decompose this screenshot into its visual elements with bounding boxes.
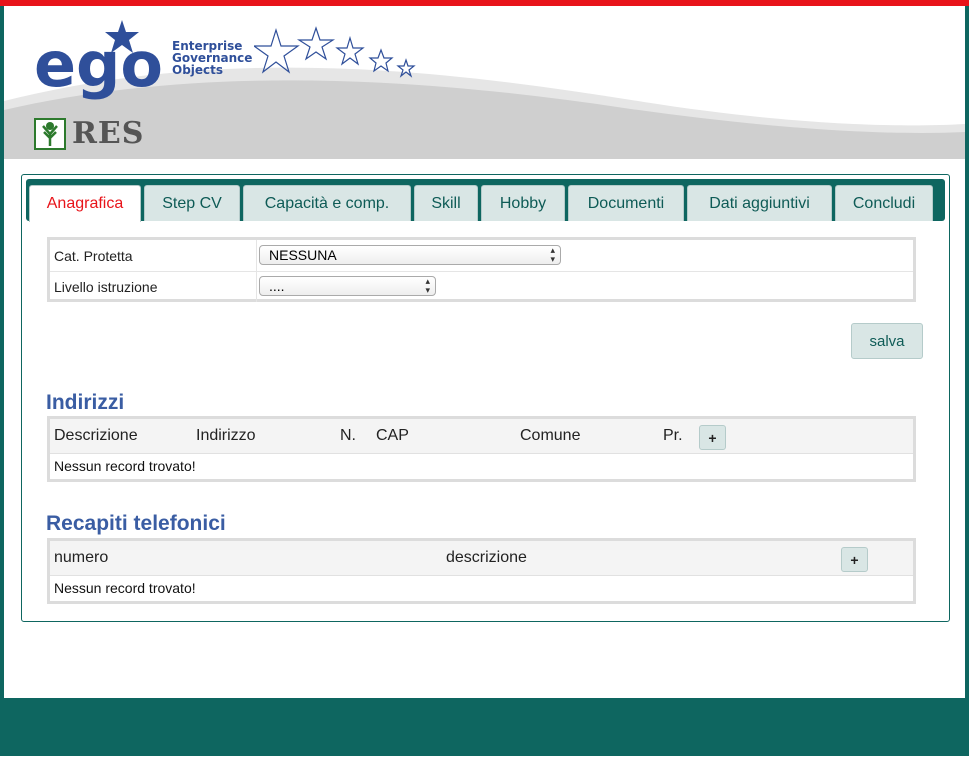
cat-protetta-select[interactable]: NESSUNA ▴ ▾ bbox=[259, 245, 561, 265]
recapiti-empty-row: Nessun record trovato! bbox=[54, 580, 196, 596]
res-logo: RES bbox=[34, 116, 144, 151]
save-button[interactable]: salva bbox=[851, 323, 923, 359]
tab-concludi[interactable]: Concludi bbox=[835, 185, 933, 221]
recapiti-header: numero descrizione + bbox=[50, 541, 913, 576]
tree-icon bbox=[34, 117, 66, 150]
logo-text: ego bbox=[34, 28, 163, 101]
ego-caption: Enterprise Governance Objects bbox=[172, 39, 253, 77]
indirizzi-table: Descrizione Indirizzo N. CAP Comune Pr. … bbox=[47, 416, 916, 482]
col-numero: N. bbox=[340, 427, 356, 444]
ego-logo: ego bbox=[34, 20, 163, 101]
col-indirizzo: Indirizzo bbox=[196, 427, 256, 444]
add-indirizzo-button[interactable]: + bbox=[699, 425, 726, 450]
footer-bar bbox=[0, 698, 969, 756]
col-descrizione-telefono: descrizione bbox=[446, 549, 527, 566]
recapiti-table: numero descrizione + Nessun record trova… bbox=[47, 538, 916, 604]
indirizzi-title: Indirizzi bbox=[46, 391, 125, 414]
livello-istruzione-label: Livello istruzione bbox=[54, 279, 158, 295]
cat-protetta-label: Cat. Protetta bbox=[54, 248, 133, 264]
select-arrows-icon: ▴ ▾ bbox=[550, 245, 555, 264]
col-numero-telefono: numero bbox=[54, 549, 109, 566]
stars-decoration bbox=[254, 26, 416, 78]
tab-documenti[interactable]: Documenti bbox=[568, 185, 684, 221]
main-panel: Anagrafica Step CV Capacità e comp. Skil… bbox=[21, 174, 950, 622]
form-row-livello: Livello istruzione .... ▴ ▾ bbox=[50, 271, 913, 302]
anagrafica-form: Cat. Protetta NESSUNA ▴ ▾ Livello istruzi… bbox=[47, 237, 916, 302]
col-cap: CAP bbox=[376, 427, 409, 444]
col-descrizione: Descrizione bbox=[54, 427, 138, 444]
col-provincia: Pr. bbox=[663, 427, 683, 444]
tab-hobby[interactable]: Hobby bbox=[481, 185, 565, 221]
add-recapito-button[interactable]: + bbox=[841, 547, 868, 572]
indirizzi-header: Descrizione Indirizzo N. CAP Comune Pr. … bbox=[50, 419, 913, 454]
tab-anagrafica[interactable]: Anagrafica bbox=[29, 185, 141, 222]
select-arrows-icon: ▴ ▾ bbox=[425, 276, 430, 295]
tab-step-cv[interactable]: Step CV bbox=[144, 185, 240, 221]
header-banner: ego Enterprise Governance Objects RES bbox=[4, 6, 965, 159]
livello-istruzione-select[interactable]: .... ▴ ▾ bbox=[259, 276, 436, 296]
form-row-cat-protetta: Cat. Protetta NESSUNA ▴ ▾ bbox=[50, 240, 913, 272]
tab-skill[interactable]: Skill bbox=[414, 185, 478, 221]
col-comune: Comune bbox=[520, 427, 581, 444]
tab-capacita[interactable]: Capacità e comp. bbox=[243, 185, 411, 221]
res-text: RES bbox=[72, 116, 145, 151]
recapiti-title: Recapiti telefonici bbox=[46, 512, 226, 535]
tab-dati-aggiuntivi[interactable]: Dati aggiuntivi bbox=[687, 185, 832, 221]
indirizzi-empty-row: Nessun record trovato! bbox=[54, 458, 196, 474]
tab-bar: Anagrafica Step CV Capacità e comp. Skil… bbox=[26, 179, 945, 222]
